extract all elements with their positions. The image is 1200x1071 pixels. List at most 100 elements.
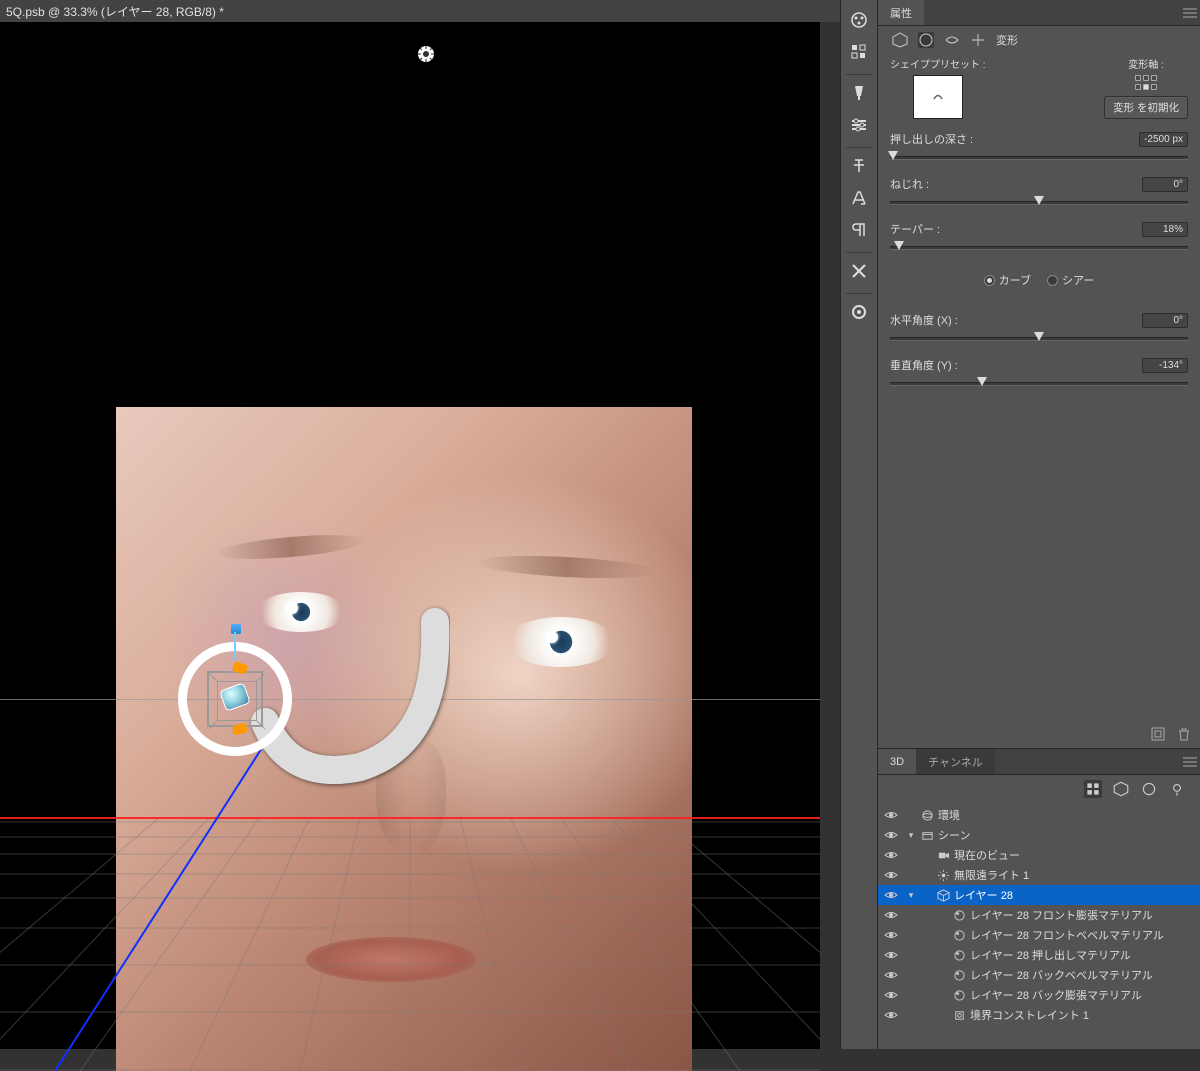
channels-tab[interactable]: チャンネル bbox=[916, 749, 995, 774]
brush-settings-panel-icon[interactable] bbox=[843, 111, 875, 139]
vertical-angle-slider[interactable] bbox=[890, 378, 1188, 388]
twist-value[interactable]: 0° bbox=[1142, 177, 1188, 192]
reset-deform-button[interactable]: 変形 を初期化 bbox=[1104, 96, 1188, 119]
visibility-toggle-icon[interactable] bbox=[878, 950, 904, 960]
taper-control[interactable]: テーパー : 18% bbox=[890, 221, 1188, 252]
visibility-toggle-icon[interactable] bbox=[878, 930, 904, 940]
node-type-icon bbox=[918, 829, 936, 842]
infinite-light-widget[interactable] bbox=[416, 44, 436, 64]
tree-row[interactable]: レイヤー 28 バックベベルマテリアル bbox=[878, 965, 1200, 985]
node-type-icon bbox=[934, 889, 952, 902]
properties-tab[interactable]: 属性 bbox=[878, 0, 924, 25]
trash-icon[interactable] bbox=[1176, 726, 1192, 742]
cap-mode-icon[interactable] bbox=[944, 32, 960, 48]
node-type-icon bbox=[934, 849, 952, 862]
radio-dot-icon bbox=[1047, 275, 1058, 286]
node-type-icon bbox=[950, 949, 968, 962]
3d-tab[interactable]: 3D bbox=[878, 749, 916, 774]
canvas-area[interactable] bbox=[0, 22, 820, 1049]
visibility-toggle-icon[interactable] bbox=[878, 870, 904, 880]
panel-menu-icon[interactable] bbox=[1180, 749, 1200, 774]
tree-row[interactable]: 境界コンストレイント 1 bbox=[878, 1005, 1200, 1025]
tree-row[interactable]: レイヤー 28 フロントベベルマテリアル bbox=[878, 925, 1200, 945]
tree-row[interactable]: レイヤー 28 押し出しマテリアル bbox=[878, 945, 1200, 965]
tree-row[interactable]: ▾ シーン bbox=[878, 825, 1200, 845]
horizontal-angle-control[interactable]: 水平角度 (X) : 0° bbox=[890, 312, 1188, 343]
taper-slider[interactable] bbox=[890, 242, 1188, 252]
filter-scene-icon[interactable] bbox=[1084, 780, 1102, 798]
node-type-icon bbox=[934, 869, 952, 882]
tree-row[interactable]: 環境 bbox=[878, 805, 1200, 825]
tools-panel-icon[interactable] bbox=[843, 257, 875, 285]
disclosure-triangle-icon[interactable]: ▾ bbox=[904, 830, 918, 841]
taper-label: テーパー : bbox=[890, 221, 940, 237]
extrude-depth-slider[interactable] bbox=[890, 152, 1188, 162]
3d-scene-tree[interactable]: 環境 ▾ シーン現在のビュー無限遠ライト 1 ▾レイヤー 28 レイヤー 28 フロント… bbox=[878, 803, 1200, 1027]
node-label: レイヤー 28 押し出しマテリアル bbox=[968, 947, 1131, 963]
node-label: レイヤー 28 フロント膨張マテリアル bbox=[968, 907, 1153, 923]
tree-row[interactable]: ▾レイヤー 28 bbox=[878, 885, 1200, 905]
visibility-toggle-icon[interactable] bbox=[878, 970, 904, 980]
visibility-toggle-icon[interactable] bbox=[878, 810, 904, 820]
character-panel-icon[interactable] bbox=[843, 152, 875, 180]
paragraph-panel-icon[interactable] bbox=[843, 216, 875, 244]
swatches-panel-icon[interactable] bbox=[843, 38, 875, 66]
deform-axis-label: 変形軸 : bbox=[1128, 56, 1164, 71]
shear-radio[interactable]: シアー bbox=[1047, 272, 1094, 288]
horizontal-angle-slider[interactable] bbox=[890, 333, 1188, 343]
taper-value[interactable]: 18% bbox=[1142, 222, 1188, 237]
type-panel-icon[interactable] bbox=[843, 184, 875, 212]
ground-plane-grid bbox=[0, 802, 820, 1071]
tree-row[interactable]: 無限遠ライト 1 bbox=[878, 865, 1200, 885]
filter-material-icon[interactable] bbox=[1140, 780, 1158, 798]
extrude-depth-control[interactable]: 押し出しの深さ : -2500 px bbox=[890, 131, 1188, 162]
deform-mode-icon[interactable] bbox=[918, 32, 934, 48]
curve-radio[interactable]: カーブ bbox=[984, 272, 1031, 288]
vertical-angle-value[interactable]: -134° bbox=[1142, 358, 1188, 373]
deform-axis-picker[interactable] bbox=[1135, 75, 1157, 90]
properties-mode-icons[interactable] bbox=[888, 32, 986, 48]
node-type-icon bbox=[950, 969, 968, 982]
tree-row[interactable]: レイヤー 28 フロント膨張マテリアル bbox=[878, 905, 1200, 925]
extrude-depth-label: 押し出しの深さ : bbox=[890, 131, 973, 147]
node-label: シーン bbox=[936, 827, 970, 843]
node-type-icon bbox=[950, 929, 968, 942]
node-label: レイヤー 28 バック膨張マテリアル bbox=[968, 987, 1142, 1003]
node-type-icon bbox=[918, 809, 936, 822]
extrude-depth-value[interactable]: -2500 px bbox=[1139, 132, 1188, 147]
filter-light-icon[interactable] bbox=[1168, 780, 1186, 798]
visibility-toggle-icon[interactable] bbox=[878, 830, 904, 840]
node-type-icon bbox=[950, 989, 968, 1002]
twist-control[interactable]: ねじれ : 0° bbox=[890, 176, 1188, 207]
coordinates-mode-icon[interactable] bbox=[970, 32, 986, 48]
twist-slider[interactable] bbox=[890, 197, 1188, 207]
node-label: 現在のビュー bbox=[952, 847, 1020, 863]
shape-preset-picker[interactable] bbox=[913, 75, 963, 119]
shape-preset-label: シェイププリセット : bbox=[890, 56, 986, 71]
visibility-toggle-icon[interactable] bbox=[878, 850, 904, 860]
filter-mesh-icon[interactable] bbox=[1112, 780, 1130, 798]
horizontal-angle-label: 水平角度 (X) : bbox=[890, 312, 958, 328]
brushes-panel-icon[interactable] bbox=[843, 79, 875, 107]
visibility-toggle-icon[interactable] bbox=[878, 1010, 904, 1020]
tree-row[interactable]: レイヤー 28 バック膨張マテリアル bbox=[878, 985, 1200, 1005]
horizontal-angle-value[interactable]: 0° bbox=[1142, 313, 1188, 328]
panel-menu-icon[interactable] bbox=[1180, 0, 1200, 25]
visibility-toggle-icon[interactable] bbox=[878, 890, 904, 900]
vertical-angle-control[interactable]: 垂直角度 (Y) : -134° bbox=[890, 357, 1188, 388]
tree-row[interactable]: 現在のビュー bbox=[878, 845, 1200, 865]
node-label: 無限遠ライト 1 bbox=[952, 867, 1029, 883]
secondary-view-widget[interactable] bbox=[178, 624, 308, 764]
3d-panel: 3D チャンネル 環境 ▾ シーン現在のビュー無限遠ライト 1 ▾レイヤー 28 レイヤ… bbox=[878, 749, 1200, 1049]
radio-dot-icon bbox=[984, 275, 995, 286]
properties-panel: 属性 変形 シェイププリセット : 変形軸 : bbox=[878, 0, 1200, 749]
disclosure-triangle-icon[interactable]: ▾ bbox=[904, 890, 918, 901]
visibility-toggle-icon[interactable] bbox=[878, 910, 904, 920]
mesh-mode-icon[interactable] bbox=[892, 32, 908, 48]
render-settings-icon[interactable] bbox=[1150, 726, 1166, 742]
libraries-panel-icon[interactable] bbox=[843, 298, 875, 326]
color-panel-icon[interactable] bbox=[843, 6, 875, 34]
properties-section-title: 変形 bbox=[996, 32, 1018, 48]
visibility-toggle-icon[interactable] bbox=[878, 990, 904, 1000]
collapsed-panel-dock bbox=[840, 0, 878, 1049]
